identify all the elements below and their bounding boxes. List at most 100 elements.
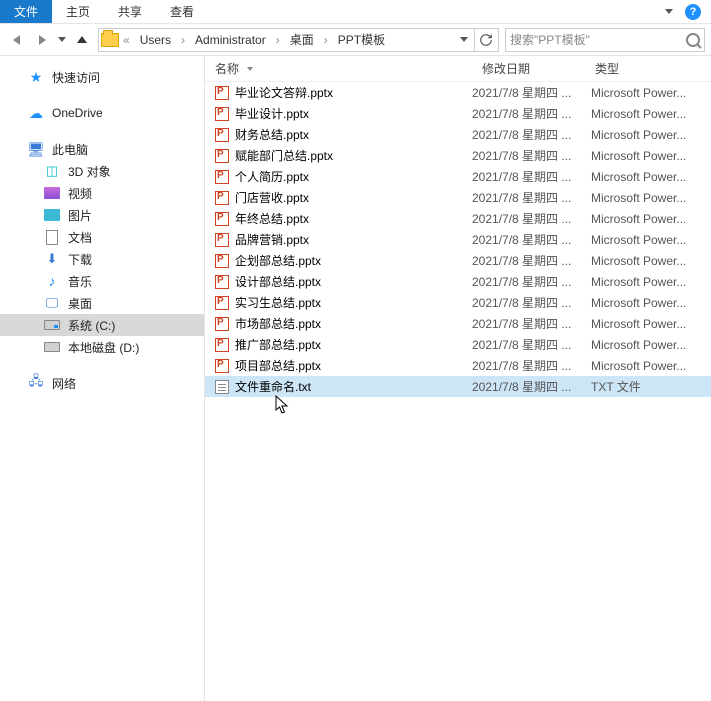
file-name: 企划部总结.pptx (235, 252, 321, 269)
nav-pictures[interactable]: 图片 (0, 204, 204, 226)
chevron-right-icon[interactable]: « (121, 33, 132, 47)
path-dropdown-icon[interactable] (460, 37, 468, 42)
nav-drive-d[interactable]: 本地磁盘 (D:) (0, 336, 204, 358)
download-icon: ⬇ (44, 251, 60, 267)
file-row[interactable]: 企划部总结.pptx2021/7/8 星期四 ...Microsoft Powe… (205, 250, 711, 271)
file-type: Microsoft Power... (585, 191, 711, 205)
file-date: 2021/7/8 星期四 ... (472, 336, 585, 353)
ribbon-tab-home[interactable]: 主页 (52, 0, 104, 23)
file-type: Microsoft Power... (585, 149, 711, 163)
nav-downloads[interactable]: ⬇ 下载 (0, 248, 204, 270)
desktop-icon: 🖵 (44, 295, 60, 311)
nav-label: OneDrive (52, 106, 103, 120)
col-name-header[interactable]: 名称 (205, 60, 472, 77)
col-type-header[interactable]: 类型 (585, 60, 711, 77)
powerpoint-file-icon (215, 191, 229, 205)
file-date: 2021/7/8 星期四 ... (472, 168, 585, 185)
file-date: 2021/7/8 星期四 ... (472, 105, 585, 122)
file-row[interactable]: 推广部总结.pptx2021/7/8 星期四 ...Microsoft Powe… (205, 334, 711, 355)
nav-network[interactable]: 🖧 网络 (0, 372, 204, 394)
text-file-icon (215, 380, 229, 394)
file-type: TXT 文件 (585, 378, 711, 395)
powerpoint-file-icon (215, 107, 229, 121)
file-row[interactable]: 毕业设计.pptx2021/7/8 星期四 ...Microsoft Power… (205, 103, 711, 124)
nav-up-button[interactable] (72, 30, 92, 50)
nav-quick-access[interactable]: ★ 快速访问 (0, 66, 204, 88)
nav-label: 下载 (68, 251, 92, 268)
nav-forward-button (32, 30, 52, 50)
crumb-users[interactable]: Users (134, 33, 177, 47)
nav-music[interactable]: ♪ 音乐 (0, 270, 204, 292)
file-type: Microsoft Power... (585, 86, 711, 100)
col-name-label: 名称 (215, 60, 239, 77)
file-name: 毕业论文答辩.pptx (235, 84, 333, 101)
file-row[interactable]: 年终总结.pptx2021/7/8 星期四 ...Microsoft Power… (205, 208, 711, 229)
crumb-folder[interactable]: PPT模板 (332, 31, 391, 48)
file-row[interactable]: 毕业论文答辩.pptx2021/7/8 星期四 ...Microsoft Pow… (205, 82, 711, 103)
powerpoint-file-icon (215, 149, 229, 163)
powerpoint-file-icon (215, 296, 229, 310)
file-type: Microsoft Power... (585, 317, 711, 331)
nav-videos[interactable]: 视频 (0, 182, 204, 204)
file-name: 设计部总结.pptx (235, 273, 321, 290)
nav-label: 此电脑 (52, 141, 88, 158)
video-icon (44, 187, 60, 199)
file-date: 2021/7/8 星期四 ... (472, 252, 585, 269)
search-input[interactable]: 搜索"PPT模板" (505, 28, 705, 52)
file-row[interactable]: 赋能部门总结.pptx2021/7/8 星期四 ...Microsoft Pow… (205, 145, 711, 166)
file-row[interactable]: 文件重命名.txt2021/7/8 星期四 ...TXT 文件 (205, 376, 711, 397)
cloud-icon: ☁ (28, 105, 44, 121)
file-name: 项目部总结.pptx (235, 357, 321, 374)
nav-back-button[interactable] (6, 30, 26, 50)
drive-icon (44, 342, 60, 352)
search-placeholder: 搜索"PPT模板" (510, 31, 590, 48)
powerpoint-file-icon (215, 317, 229, 331)
file-type: Microsoft Power... (585, 338, 711, 352)
folder-icon (101, 33, 119, 47)
chevron-right-icon: › (274, 33, 282, 47)
file-name: 品牌营销.pptx (235, 231, 309, 248)
nav-drive-c[interactable]: 系统 (C:) (0, 314, 204, 336)
nav-desktop[interactable]: 🖵 桌面 (0, 292, 204, 314)
ribbon-tab-file[interactable]: 文件 (0, 0, 52, 23)
sort-indicator-icon (247, 67, 253, 71)
refresh-button[interactable] (474, 29, 496, 51)
ribbon-minimize-icon[interactable] (665, 9, 673, 14)
help-icon[interactable]: ? (685, 4, 701, 20)
ribbon-tab-view[interactable]: 查看 (156, 0, 208, 23)
file-row[interactable]: 实习生总结.pptx2021/7/8 星期四 ...Microsoft Powe… (205, 292, 711, 313)
file-type: Microsoft Power... (585, 275, 711, 289)
file-row[interactable]: 个人简历.pptx2021/7/8 星期四 ...Microsoft Power… (205, 166, 711, 187)
search-icon (686, 33, 700, 47)
nav-history-icon[interactable] (58, 37, 66, 42)
powerpoint-file-icon (215, 275, 229, 289)
breadcrumb[interactable]: « Users › Administrator › 桌面 › PPT模板 (98, 28, 499, 52)
nav-label: 视频 (68, 185, 92, 202)
file-type: Microsoft Power... (585, 359, 711, 373)
nav-documents[interactable]: 文档 (0, 226, 204, 248)
file-type: Microsoft Power... (585, 107, 711, 121)
file-list: 毕业论文答辩.pptx2021/7/8 星期四 ...Microsoft Pow… (205, 82, 711, 701)
file-row[interactable]: 市场部总结.pptx2021/7/8 星期四 ...Microsoft Powe… (205, 313, 711, 334)
powerpoint-file-icon (215, 212, 229, 226)
nav-onedrive[interactable]: ☁ OneDrive (0, 102, 204, 124)
crumb-admin[interactable]: Administrator (189, 33, 272, 47)
file-row[interactable]: 品牌营销.pptx2021/7/8 星期四 ...Microsoft Power… (205, 229, 711, 250)
column-headers: 名称 修改日期 类型 (205, 56, 711, 82)
nav-this-pc[interactable]: 🖥 此电脑 (0, 138, 204, 160)
file-name: 门店营收.pptx (235, 189, 309, 206)
powerpoint-file-icon (215, 170, 229, 184)
nav-3d-objects[interactable]: ◫ 3D 对象 (0, 160, 204, 182)
crumb-desktop[interactable]: 桌面 (284, 31, 320, 48)
pc-icon: 🖥 (28, 141, 44, 157)
file-name: 赋能部门总结.pptx (235, 147, 333, 164)
powerpoint-file-icon (215, 128, 229, 142)
ribbon-tab-share[interactable]: 共享 (104, 0, 156, 23)
file-row[interactable]: 门店营收.pptx2021/7/8 星期四 ...Microsoft Power… (205, 187, 711, 208)
file-row[interactable]: 设计部总结.pptx2021/7/8 星期四 ...Microsoft Powe… (205, 271, 711, 292)
file-row[interactable]: 项目部总结.pptx2021/7/8 星期四 ...Microsoft Powe… (205, 355, 711, 376)
file-date: 2021/7/8 星期四 ... (472, 378, 585, 395)
col-date-header[interactable]: 修改日期 (472, 60, 585, 77)
file-list-pane: 名称 修改日期 类型 毕业论文答辩.pptx2021/7/8 星期四 ...Mi… (205, 56, 711, 701)
file-row[interactable]: 财务总结.pptx2021/7/8 星期四 ...Microsoft Power… (205, 124, 711, 145)
